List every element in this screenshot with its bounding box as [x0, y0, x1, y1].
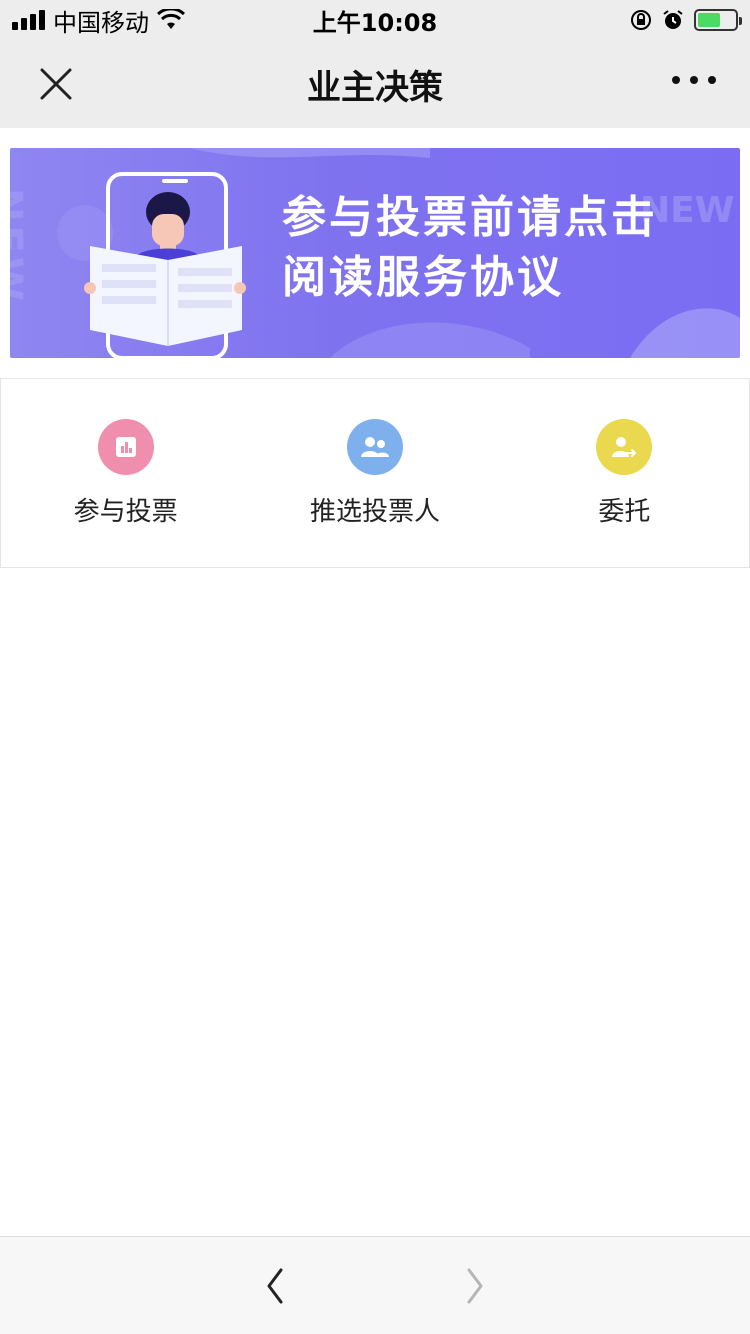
close-icon[interactable] [34, 62, 78, 106]
battery-icon [694, 9, 742, 31]
alarm-icon [663, 10, 683, 29]
banner-text: 参与投票前请点击 阅读服务协议 [282, 188, 658, 308]
menu-label-vote: 参与投票 [73, 497, 178, 527]
service-agreement-banner[interactable]: NEW NEW 参与投票前请点击 阅读服务协议 [10, 148, 740, 358]
signal-icon [12, 10, 45, 30]
menu-card: 参与投票 推选投票人 委托 [0, 378, 750, 568]
menu-label-nominate: 推选投票人 [309, 497, 440, 527]
menu-item-vote[interactable]: 参与投票 [1, 379, 250, 567]
banner-decor-left: NEW [10, 188, 30, 305]
carrier-label: 中国移动 [53, 8, 149, 37]
forward-button[interactable] [455, 1266, 495, 1306]
status-right [630, 9, 742, 31]
status-time: 上午10:08 [312, 8, 438, 37]
browser-bottom-bar [0, 1236, 750, 1334]
more-options-icon[interactable] [672, 76, 716, 84]
chevron-right-icon [467, 1268, 483, 1303]
back-button[interactable] [255, 1266, 295, 1306]
users-icon [346, 419, 403, 475]
menu-item-entrust[interactable]: 委托 [500, 379, 749, 567]
status-bar: 中国移动 上午10:08 [0, 0, 750, 40]
nav-bar: 业主决策 [0, 40, 750, 128]
banner-line-2: 阅读服务协议 [282, 252, 564, 303]
wifi-icon [157, 9, 185, 29]
orientation-lock-icon [631, 10, 651, 30]
user-share-icon [596, 419, 653, 475]
menu-label-entrust: 委托 [598, 497, 651, 527]
bar-chart-icon [97, 419, 154, 475]
menu-item-nominate[interactable]: 推选投票人 [250, 379, 499, 567]
chevron-left-icon [267, 1268, 283, 1303]
banner-line-1: 参与投票前请点击 [282, 192, 658, 243]
status-left: 中国移动 [12, 3, 185, 38]
page-title: 业主决策 [307, 67, 443, 108]
